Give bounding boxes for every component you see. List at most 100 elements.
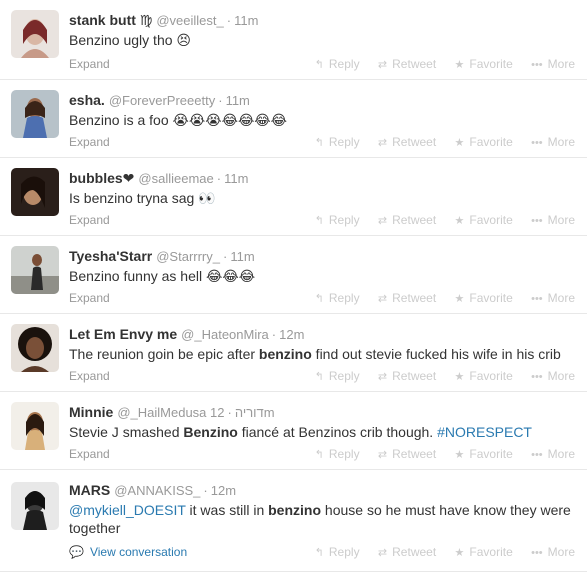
timestamp[interactable]: 11m (234, 13, 258, 28)
more-button[interactable]: ••• More (531, 57, 575, 71)
reply-icon: ↰ (314, 293, 324, 305)
avatar[interactable] (11, 402, 59, 450)
retweet-button[interactable]: ⇄ Retweet (378, 57, 436, 71)
tweet-text-part: The reunion goin be epic after (69, 346, 259, 362)
favorite-label: Favorite (469, 291, 513, 305)
avatar[interactable] (11, 90, 59, 138)
user-handle[interactable]: @Starrrry_ (156, 249, 220, 264)
more-button[interactable]: ••• More (531, 447, 575, 461)
more-button[interactable]: ••• More (531, 291, 575, 305)
retweet-label: Retweet (392, 447, 437, 461)
reply-button[interactable]: ↰ Reply (315, 135, 360, 149)
tweet-item[interactable]: Tyesha'Starr @Starrrry_ · 11m Benzino funny… (0, 236, 587, 314)
view-conversation-link[interactable]: 💬 View conversation (69, 545, 187, 559)
tweet-item[interactable]: esha. @ForeverPreeetty · 11m Benzino is a f… (0, 80, 587, 158)
mention-link[interactable]: @mykiell_DOESIT (69, 502, 186, 518)
reply-button[interactable]: ↰ Reply (315, 291, 360, 305)
favorite-button[interactable]: ★ Favorite (455, 213, 513, 227)
avatar[interactable] (11, 168, 59, 216)
favorite-button[interactable]: ★ Favorite (455, 369, 513, 383)
user-name[interactable]: Tyesha'Starr (69, 248, 152, 264)
avatar[interactable] (11, 10, 59, 58)
separator-dot: · (203, 483, 208, 498)
avatar[interactable] (11, 246, 59, 294)
retweet-button[interactable]: ⇄ Retweet (378, 135, 436, 149)
tweet-item[interactable]: Let Em Envy me @_HateonMira · 12m The reuni… (0, 314, 587, 392)
separator-dot: · (226, 13, 232, 28)
more-button[interactable]: ••• More (531, 213, 575, 227)
user-handle[interactable]: @veeillest_ (156, 13, 223, 28)
avatar[interactable] (11, 324, 59, 372)
expand-link[interactable]: Expand (69, 213, 110, 227)
expand-link[interactable]: Expand (69, 447, 110, 461)
favorite-label: Favorite (469, 369, 513, 383)
user-handle[interactable]: @_HateonMira (181, 327, 269, 342)
more-label: More (547, 213, 575, 227)
timestamp[interactable]: 12m (211, 483, 236, 498)
favorite-label: Favorite (469, 213, 513, 227)
user-name[interactable]: Minnie (69, 404, 113, 420)
star-icon: ★ (454, 547, 465, 559)
tweet-item[interactable]: MARS @ANNAKISS_ · 12m @mykiell_DOESIT it wa… (0, 470, 587, 572)
timestamp[interactable]: 11m (226, 93, 250, 108)
retweet-icon: ⇄ (377, 449, 388, 461)
user-handle[interactable]: @ANNAKISS_ (114, 483, 200, 498)
retweet-button[interactable]: ⇄ Retweet (378, 291, 436, 305)
separator-dot: · (223, 249, 228, 264)
user-name[interactable]: MARS (69, 482, 110, 498)
retweet-button[interactable]: ⇄ Retweet (378, 213, 436, 227)
more-label: More (547, 57, 575, 71)
more-button[interactable]: ••• More (531, 545, 575, 559)
tweet-text: Benzino funny as hell 😂😂😂 (69, 268, 256, 284)
search-term-highlight: Benzino (183, 424, 238, 440)
star-icon: ★ (454, 449, 465, 461)
user-name[interactable]: bubbles❤ (69, 170, 134, 186)
favorite-button[interactable]: ★ Favorite (455, 135, 513, 149)
retweet-button[interactable]: ⇄ Retweet (378, 545, 436, 559)
tweet-text: Stevie J smashed Benzino fiancé at Benzi… (69, 423, 579, 441)
tweet-item[interactable]: Minnie @_HailMedusa דוריה·12m Stevie J sm… (0, 392, 587, 470)
tweet-item[interactable]: bubbles❤ @sallieemae · 11m Is benzino tryna… (0, 158, 587, 236)
expand-link[interactable]: Expand (69, 369, 110, 383)
retweet-label: Retweet (392, 135, 437, 149)
hashtag-link[interactable]: #NORESPECT (437, 424, 532, 440)
user-name[interactable]: stank butt ♍ (69, 12, 152, 28)
tweet-item[interactable]: stank butt ♍ @veeillest_ · 11m Benzino ugly… (0, 0, 587, 80)
avatar[interactable] (11, 482, 59, 530)
more-icon: ••• (531, 137, 543, 149)
tweet-text: @mykiell_DOESIT it was still in benzino … (69, 501, 579, 537)
reply-button[interactable]: ↰ Reply (315, 57, 360, 71)
tweet-actions: ↰ Reply ⇄ Retweet ★ Favorite ••• More (300, 369, 575, 383)
retweet-label: Retweet (392, 291, 437, 305)
favorite-button[interactable]: ★ Favorite (455, 57, 513, 71)
favorite-button[interactable]: ★ Favorite (455, 447, 513, 461)
favorite-label: Favorite (469, 57, 513, 71)
more-button[interactable]: ••• More (531, 369, 575, 383)
tweet-actions: ↰ Reply ⇄ Retweet ★ Favorite ••• More (300, 545, 575, 559)
tweet-actions: ↰ Reply ⇄ Retweet ★ Favorite ••• More (300, 57, 575, 71)
more-icon: ••• (531, 371, 543, 383)
user-handle[interactable]: @sallieemae (138, 171, 213, 186)
reply-button[interactable]: ↰ Reply (315, 213, 360, 227)
user-handle[interactable]: @ForeverPreeetty (109, 93, 215, 108)
expand-link[interactable]: Expand (69, 291, 110, 305)
favorite-button[interactable]: ★ Favorite (455, 545, 513, 559)
reply-button[interactable]: ↰ Reply (315, 369, 360, 383)
more-button[interactable]: ••• More (531, 135, 575, 149)
retweet-button[interactable]: ⇄ Retweet (378, 369, 436, 383)
favorite-label: Favorite (469, 447, 513, 461)
timestamp[interactable]: 11m (224, 171, 248, 186)
user-name[interactable]: Let Em Envy me (69, 326, 177, 342)
retweet-button[interactable]: ⇄ Retweet (378, 447, 436, 461)
reply-button[interactable]: ↰ Reply (315, 447, 360, 461)
timestamp[interactable]: 12m (279, 327, 304, 342)
expand-link[interactable]: Expand (69, 57, 110, 71)
timestamp[interactable]: 11m (230, 249, 254, 264)
user-name[interactable]: esha. (69, 92, 105, 108)
tweet-actions: ↰ Reply ⇄ Retweet ★ Favorite ••• More (300, 213, 575, 227)
expand-link[interactable]: Expand (69, 135, 110, 149)
tweet-actions: ↰ Reply ⇄ Retweet ★ Favorite ••• More (300, 447, 575, 461)
reply-button[interactable]: ↰ Reply (315, 545, 360, 559)
user-handle[interactable]: @_HailMedusa דוריה (117, 405, 263, 420)
favorite-button[interactable]: ★ Favorite (455, 291, 513, 305)
